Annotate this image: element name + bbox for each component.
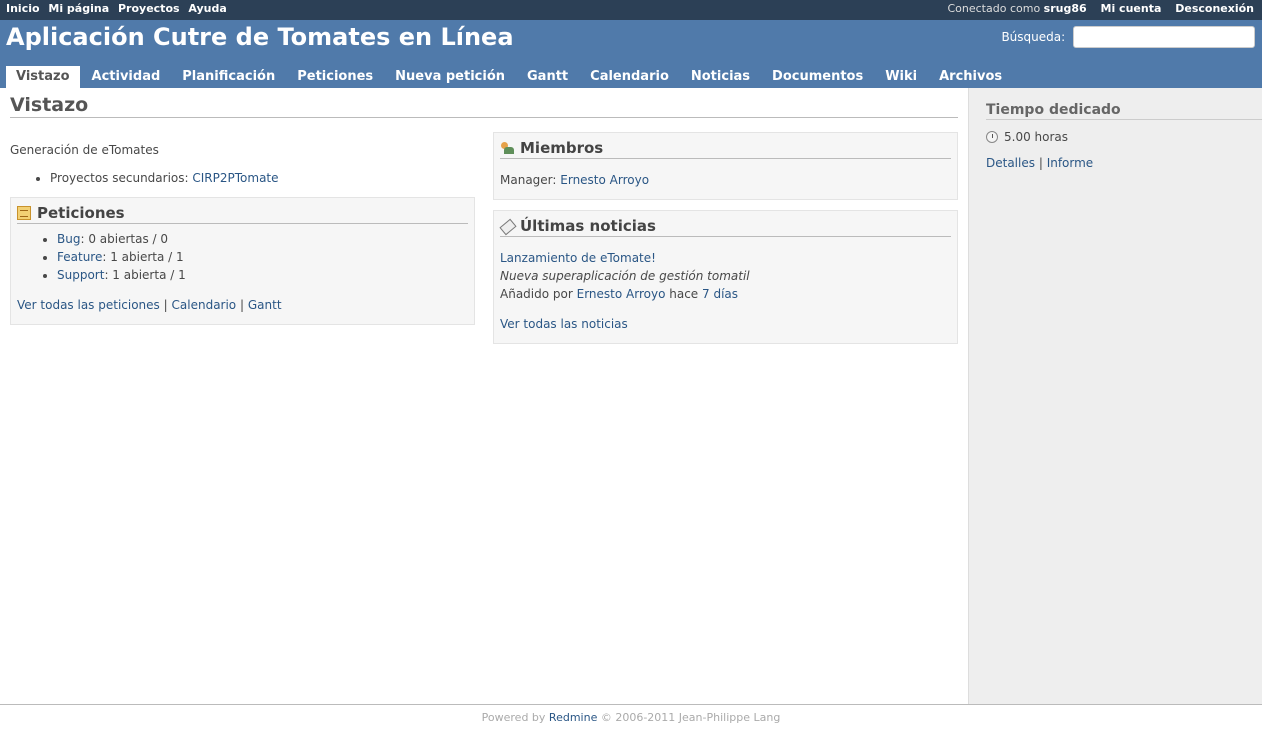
sidebar: Tiempo dedicado 5.00 horas Detalles | In… [968, 88, 1262, 704]
top-menu-left: Inicio Mi página Proyectos Ayuda [6, 2, 232, 15]
news-box-header: Últimas noticias [500, 217, 951, 237]
news-ago-prefix: hace [669, 287, 699, 301]
separator: | [239, 298, 245, 312]
tab-new-issue[interactable]: Nueva petición [385, 66, 515, 88]
issues-box: Peticiones Bug: 0 abiertas / 0 Feature: … [10, 197, 475, 325]
logged-as: Conectado como srug86 [947, 2, 1086, 15]
copyright: © 2006-2011 Jean-Philippe Lang [600, 711, 781, 724]
tracker-item: Feature: 1 abierta / 1 [57, 248, 468, 266]
news-box-title: Últimas noticias [520, 217, 656, 235]
tab-documents[interactable]: Documentos [762, 66, 873, 88]
tab-files[interactable]: Archivos [929, 66, 1012, 88]
news-icon [500, 219, 514, 233]
spent-time: 5.00 horas [986, 130, 1262, 144]
news-ago-link[interactable]: 7 días [702, 287, 738, 301]
my-page-link[interactable]: Mi página [48, 2, 109, 15]
tab-wiki[interactable]: Wiki [875, 66, 927, 88]
subprojects-list: Proyectos secundarios: CIRP2PTomate [10, 169, 475, 187]
subproject-link[interactable]: CIRP2PTomate [192, 171, 278, 185]
members-box: Miembros Manager: Ernesto Arroyo [493, 132, 958, 200]
calendar-link[interactable]: Calendario [172, 298, 237, 312]
tab-news[interactable]: Noticias [681, 66, 760, 88]
search-input[interactable] [1073, 26, 1255, 48]
report-link[interactable]: Informe [1047, 156, 1094, 170]
tracker-item: Support: 1 abierta / 1 [57, 266, 468, 284]
project-description: Generación de eTomates [10, 143, 159, 157]
issues-box-header: Peticiones [17, 204, 468, 224]
redmine-link[interactable]: Redmine [549, 711, 597, 724]
member-link[interactable]: Ernesto Arroyo [560, 173, 649, 187]
tracker-stats: : 1 abierta / 1 [104, 268, 186, 282]
top-menu: Inicio Mi página Proyectos Ayuda Conecta… [0, 0, 1262, 20]
left-column: Generación de eTomates Proyectos secunda… [10, 136, 475, 335]
tab-overview[interactable]: Vistazo [6, 66, 80, 88]
subprojects-label: Proyectos secundarios: [50, 171, 189, 185]
news-added-by: Añadido por [500, 287, 573, 301]
project-title: Aplicación Cutre de Tomates en Línea [6, 23, 514, 51]
footer: Powered by Redmine © 2006-2011 Jean-Phil… [0, 704, 1262, 730]
view-all-news-link[interactable]: Ver todas las noticias [500, 317, 628, 331]
tab-calendar[interactable]: Calendario [580, 66, 679, 88]
tracker-bug-link[interactable]: Bug [57, 232, 80, 246]
header: Aplicación Cutre de Tomates en Línea Bús… [0, 20, 1262, 88]
right-column: Miembros Manager: Ernesto Arroyo Últimas… [493, 132, 958, 354]
tracker-feature-link[interactable]: Feature [57, 250, 102, 264]
logout-link[interactable]: Desconexión [1175, 2, 1254, 15]
sidebar-title: Tiempo dedicado [986, 102, 1262, 120]
powered-by: Powered by [481, 711, 546, 724]
members-row: Manager: Ernesto Arroyo [500, 171, 951, 189]
tracker-support-link[interactable]: Support [57, 268, 104, 282]
details-link[interactable]: Detalles [986, 156, 1035, 170]
sidebar-links: Detalles | Informe [986, 156, 1262, 170]
tab-gantt[interactable]: Gantt [517, 66, 578, 88]
members-box-title: Miembros [520, 139, 604, 157]
news-summary: Nueva superaplicación de gestión tomatil [500, 269, 750, 283]
news-title-link[interactable]: Lanzamiento de eTomate! [500, 251, 656, 265]
separator: | [163, 298, 168, 312]
logged-as-prefix: Conectado como [947, 2, 1041, 15]
subprojects-item: Proyectos secundarios: CIRP2PTomate [50, 169, 475, 187]
news-item: Lanzamiento de eTomate! [500, 249, 951, 267]
news-author-link[interactable]: Ernesto Arroyo [577, 287, 666, 301]
username[interactable]: srug86 [1044, 2, 1087, 15]
members-box-header: Miembros [500, 139, 951, 159]
users-icon [500, 141, 514, 155]
tracker-item: Bug: 0 abiertas / 0 [57, 230, 468, 248]
tab-activity[interactable]: Actividad [82, 66, 171, 88]
tracker-stats: : 1 abierta / 1 [102, 250, 184, 264]
news-meta: Añadido por Ernesto Arroyo hace 7 días [500, 285, 951, 303]
projects-link[interactable]: Proyectos [118, 2, 180, 15]
issues-box-title: Peticiones [37, 204, 125, 222]
my-account-link[interactable]: Mi cuenta [1101, 2, 1162, 15]
gantt-link[interactable]: Gantt [248, 298, 282, 312]
tab-roadmap[interactable]: Planificación [172, 66, 285, 88]
separator: | [1038, 156, 1043, 170]
home-link[interactable]: Inicio [6, 2, 40, 15]
main-menu: Vistazo Actividad Planificación Peticion… [6, 66, 1014, 88]
top-menu-right: Conectado como srug86 Mi cuenta Desconex… [947, 2, 1254, 15]
ticket-icon [17, 206, 31, 220]
issues-links: Ver todas las peticiones | Calendario | … [17, 296, 468, 314]
page-title: Vistazo [10, 94, 958, 118]
help-link[interactable]: Ayuda [188, 2, 226, 15]
news-box: Últimas noticias Lanzamiento de eTomate!… [493, 210, 958, 344]
search-label: Búsqueda: [1001, 30, 1066, 44]
spent-hours: 5.00 horas [1004, 130, 1069, 144]
tab-issues[interactable]: Peticiones [287, 66, 383, 88]
trackers-list: Bug: 0 abiertas / 0 Feature: 1 abierta /… [17, 230, 468, 284]
tracker-stats: : 0 abiertas / 0 [80, 232, 169, 246]
view-all-issues-link[interactable]: Ver todas las peticiones [17, 298, 160, 312]
clock-icon [986, 131, 998, 143]
main-content: Vistazo Generación de eTomates Proyectos… [0, 88, 968, 704]
news-footer: Ver todas las noticias [500, 315, 951, 333]
quick-search: Búsqueda: [1001, 26, 1255, 48]
member-role: Manager: [500, 173, 557, 187]
